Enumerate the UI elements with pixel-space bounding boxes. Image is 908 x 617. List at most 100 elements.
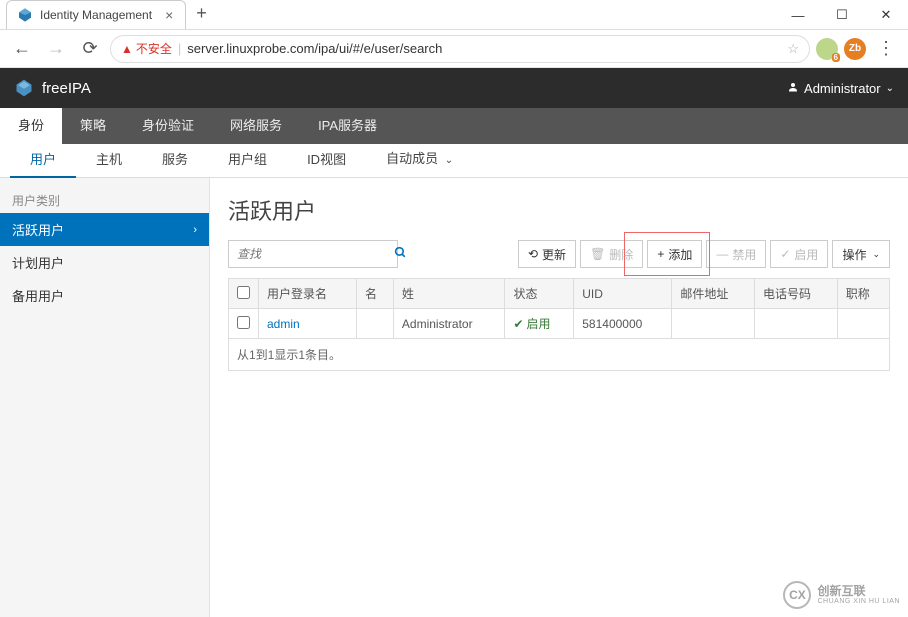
sidebar: 用户类别 活跃用户 › 计划用户 备用用户 [0, 178, 210, 617]
nav-identity[interactable]: 身份 [0, 108, 62, 144]
main-content: 活跃用户 ⟲更新 🗑 删除 + 添加 — 禁用 ✓启用 操作 ⌄ [210, 178, 908, 617]
security-label: 不安全 [136, 40, 172, 57]
select-all-header [229, 279, 259, 309]
subnav-users[interactable]: 用户 [10, 144, 76, 178]
subnav-groups[interactable]: 用户组 [208, 144, 287, 178]
operate-label: 操作 [842, 246, 866, 263]
subnav-automember-label: 自动成员 [386, 151, 438, 166]
browser-menu-icon[interactable]: ⋮ [872, 35, 900, 63]
window-close-button[interactable]: ✕ [864, 1, 908, 29]
brand[interactable]: freeIPA [14, 78, 91, 98]
cell-status: ✔ 启用 [505, 309, 574, 339]
chevron-down-icon: ⌄ [872, 249, 880, 260]
status-badge: ✔ 启用 [513, 315, 550, 332]
check-icon: ✔ [513, 317, 523, 331]
user-icon [787, 81, 799, 96]
cell-uid: 581400000 [574, 309, 672, 339]
bookmark-icon[interactable]: ☆ [787, 41, 799, 57]
action-row: ⟲更新 🗑 删除 + 添加 — 禁用 ✓启用 操作 ⌄ [228, 240, 890, 268]
extension-2-icon[interactable]: Zb [844, 38, 866, 60]
user-link[interactable]: admin [267, 317, 300, 331]
col-first[interactable]: 名 [356, 279, 393, 309]
reload-button[interactable]: ⟳ [76, 35, 104, 63]
table-footer: 从1到1显示1条目。 [228, 339, 890, 371]
cell-first [356, 309, 393, 339]
brand-text: freeIPA [42, 80, 91, 97]
cell-email [672, 309, 755, 339]
watermark-logo-icon: CX [783, 581, 811, 609]
action-buttons: ⟲更新 🗑 删除 + 添加 — 禁用 ✓启用 操作 ⌄ [518, 240, 890, 268]
main-nav: 身份 策略 身份验证 网络服务 IPA服务器 [0, 108, 908, 144]
tab-close-icon[interactable]: × [165, 7, 173, 23]
disable-label: 禁用 [732, 246, 756, 263]
subnav-hosts[interactable]: 主机 [76, 144, 142, 178]
browser-toolbar: ← → ⟳ ▲ 不安全 | server.linuxprobe.com/ipa/… [0, 30, 908, 68]
users-table: 用户登录名 名 姓 状态 UID 邮件地址 电话号码 职称 admin Admi… [228, 278, 890, 339]
refresh-button[interactable]: ⟲更新 [518, 240, 576, 268]
brand-icon [14, 78, 34, 98]
new-tab-button[interactable]: + [196, 3, 207, 24]
delete-button[interactable]: 🗑 删除 [580, 240, 643, 268]
col-uid[interactable]: UID [574, 279, 672, 309]
col-last[interactable]: 姓 [393, 279, 505, 309]
col-title[interactable]: 职称 [837, 279, 889, 309]
search-icon[interactable] [394, 246, 407, 262]
sidebar-item-preserved-users[interactable]: 备用用户 [0, 279, 209, 312]
cell-last: Administrator [393, 309, 505, 339]
sidebar-item-stage-users[interactable]: 计划用户 [0, 246, 209, 279]
page-title: 活跃用户 [228, 194, 890, 226]
enable-button[interactable]: ✓启用 [770, 240, 828, 268]
status-text: 启用 [527, 315, 551, 332]
operate-button[interactable]: 操作 ⌄ [832, 240, 890, 268]
trash-icon: 🗑 [590, 247, 605, 261]
search-input[interactable] [237, 247, 394, 261]
col-login[interactable]: 用户登录名 [259, 279, 357, 309]
row-checkbox[interactable] [237, 316, 250, 329]
window-controls: — ☐ ✕ [776, 1, 908, 29]
col-email[interactable]: 邮件地址 [672, 279, 755, 309]
table-row: admin Administrator ✔ 启用 581400000 [229, 309, 890, 339]
chevron-down-icon: ⌄ [886, 83, 894, 94]
watermark-line2: CHUANG XIN HU LIAN [817, 598, 900, 606]
window-minimize-button[interactable]: — [776, 1, 820, 29]
delete-label: 删除 [609, 246, 633, 263]
tab-title: Identity Management [40, 8, 152, 22]
minus-icon: — [716, 247, 728, 261]
extension-1-icon[interactable]: 6 [816, 38, 838, 60]
security-warning: ▲ 不安全 [121, 40, 172, 57]
nav-network[interactable]: 网络服务 [212, 108, 300, 144]
add-button[interactable]: + 添加 [647, 240, 702, 268]
plus-icon: + [657, 247, 664, 261]
warning-icon: ▲ [121, 42, 133, 56]
search-box [228, 240, 398, 268]
cell-login: admin [259, 309, 357, 339]
select-all-checkbox[interactable] [237, 286, 250, 299]
user-menu[interactable]: Administrator ⌄ [787, 81, 894, 96]
disable-button[interactable]: — 禁用 [706, 240, 766, 268]
nav-auth[interactable]: 身份验证 [124, 108, 212, 144]
subnav-idviews[interactable]: ID视图 [287, 144, 366, 178]
nav-ipaserver[interactable]: IPA服务器 [300, 108, 395, 144]
user-name: Administrator [804, 81, 881, 96]
sidebar-item-active-users[interactable]: 活跃用户 › [0, 213, 209, 246]
row-select-cell [229, 309, 259, 339]
forward-button[interactable]: → [42, 35, 70, 63]
subnav-automember[interactable]: 自动成员 ⌄ [366, 143, 473, 179]
enable-label: 启用 [794, 246, 818, 263]
cell-title [837, 309, 889, 339]
add-label: 添加 [668, 246, 692, 263]
sub-nav: 用户 主机 服务 用户组 ID视图 自动成员 ⌄ [0, 144, 908, 178]
favicon-icon [17, 7, 33, 23]
window-maximize-button[interactable]: ☐ [820, 1, 864, 29]
subnav-services[interactable]: 服务 [142, 144, 208, 178]
sidebar-item-label: 活跃用户 [12, 220, 64, 239]
nav-policy[interactable]: 策略 [62, 108, 124, 144]
col-status[interactable]: 状态 [505, 279, 574, 309]
refresh-label: 更新 [542, 246, 566, 263]
content-wrap: 用户类别 活跃用户 › 计划用户 备用用户 活跃用户 ⟲更新 🗑 删除 [0, 178, 908, 617]
back-button[interactable]: ← [8, 35, 36, 63]
address-bar[interactable]: ▲ 不安全 | server.linuxprobe.com/ipa/ui/#/e… [110, 35, 810, 63]
chevron-right-icon: › [193, 224, 197, 236]
col-phone[interactable]: 电话号码 [755, 279, 838, 309]
browser-tab[interactable]: Identity Management × [6, 0, 186, 29]
